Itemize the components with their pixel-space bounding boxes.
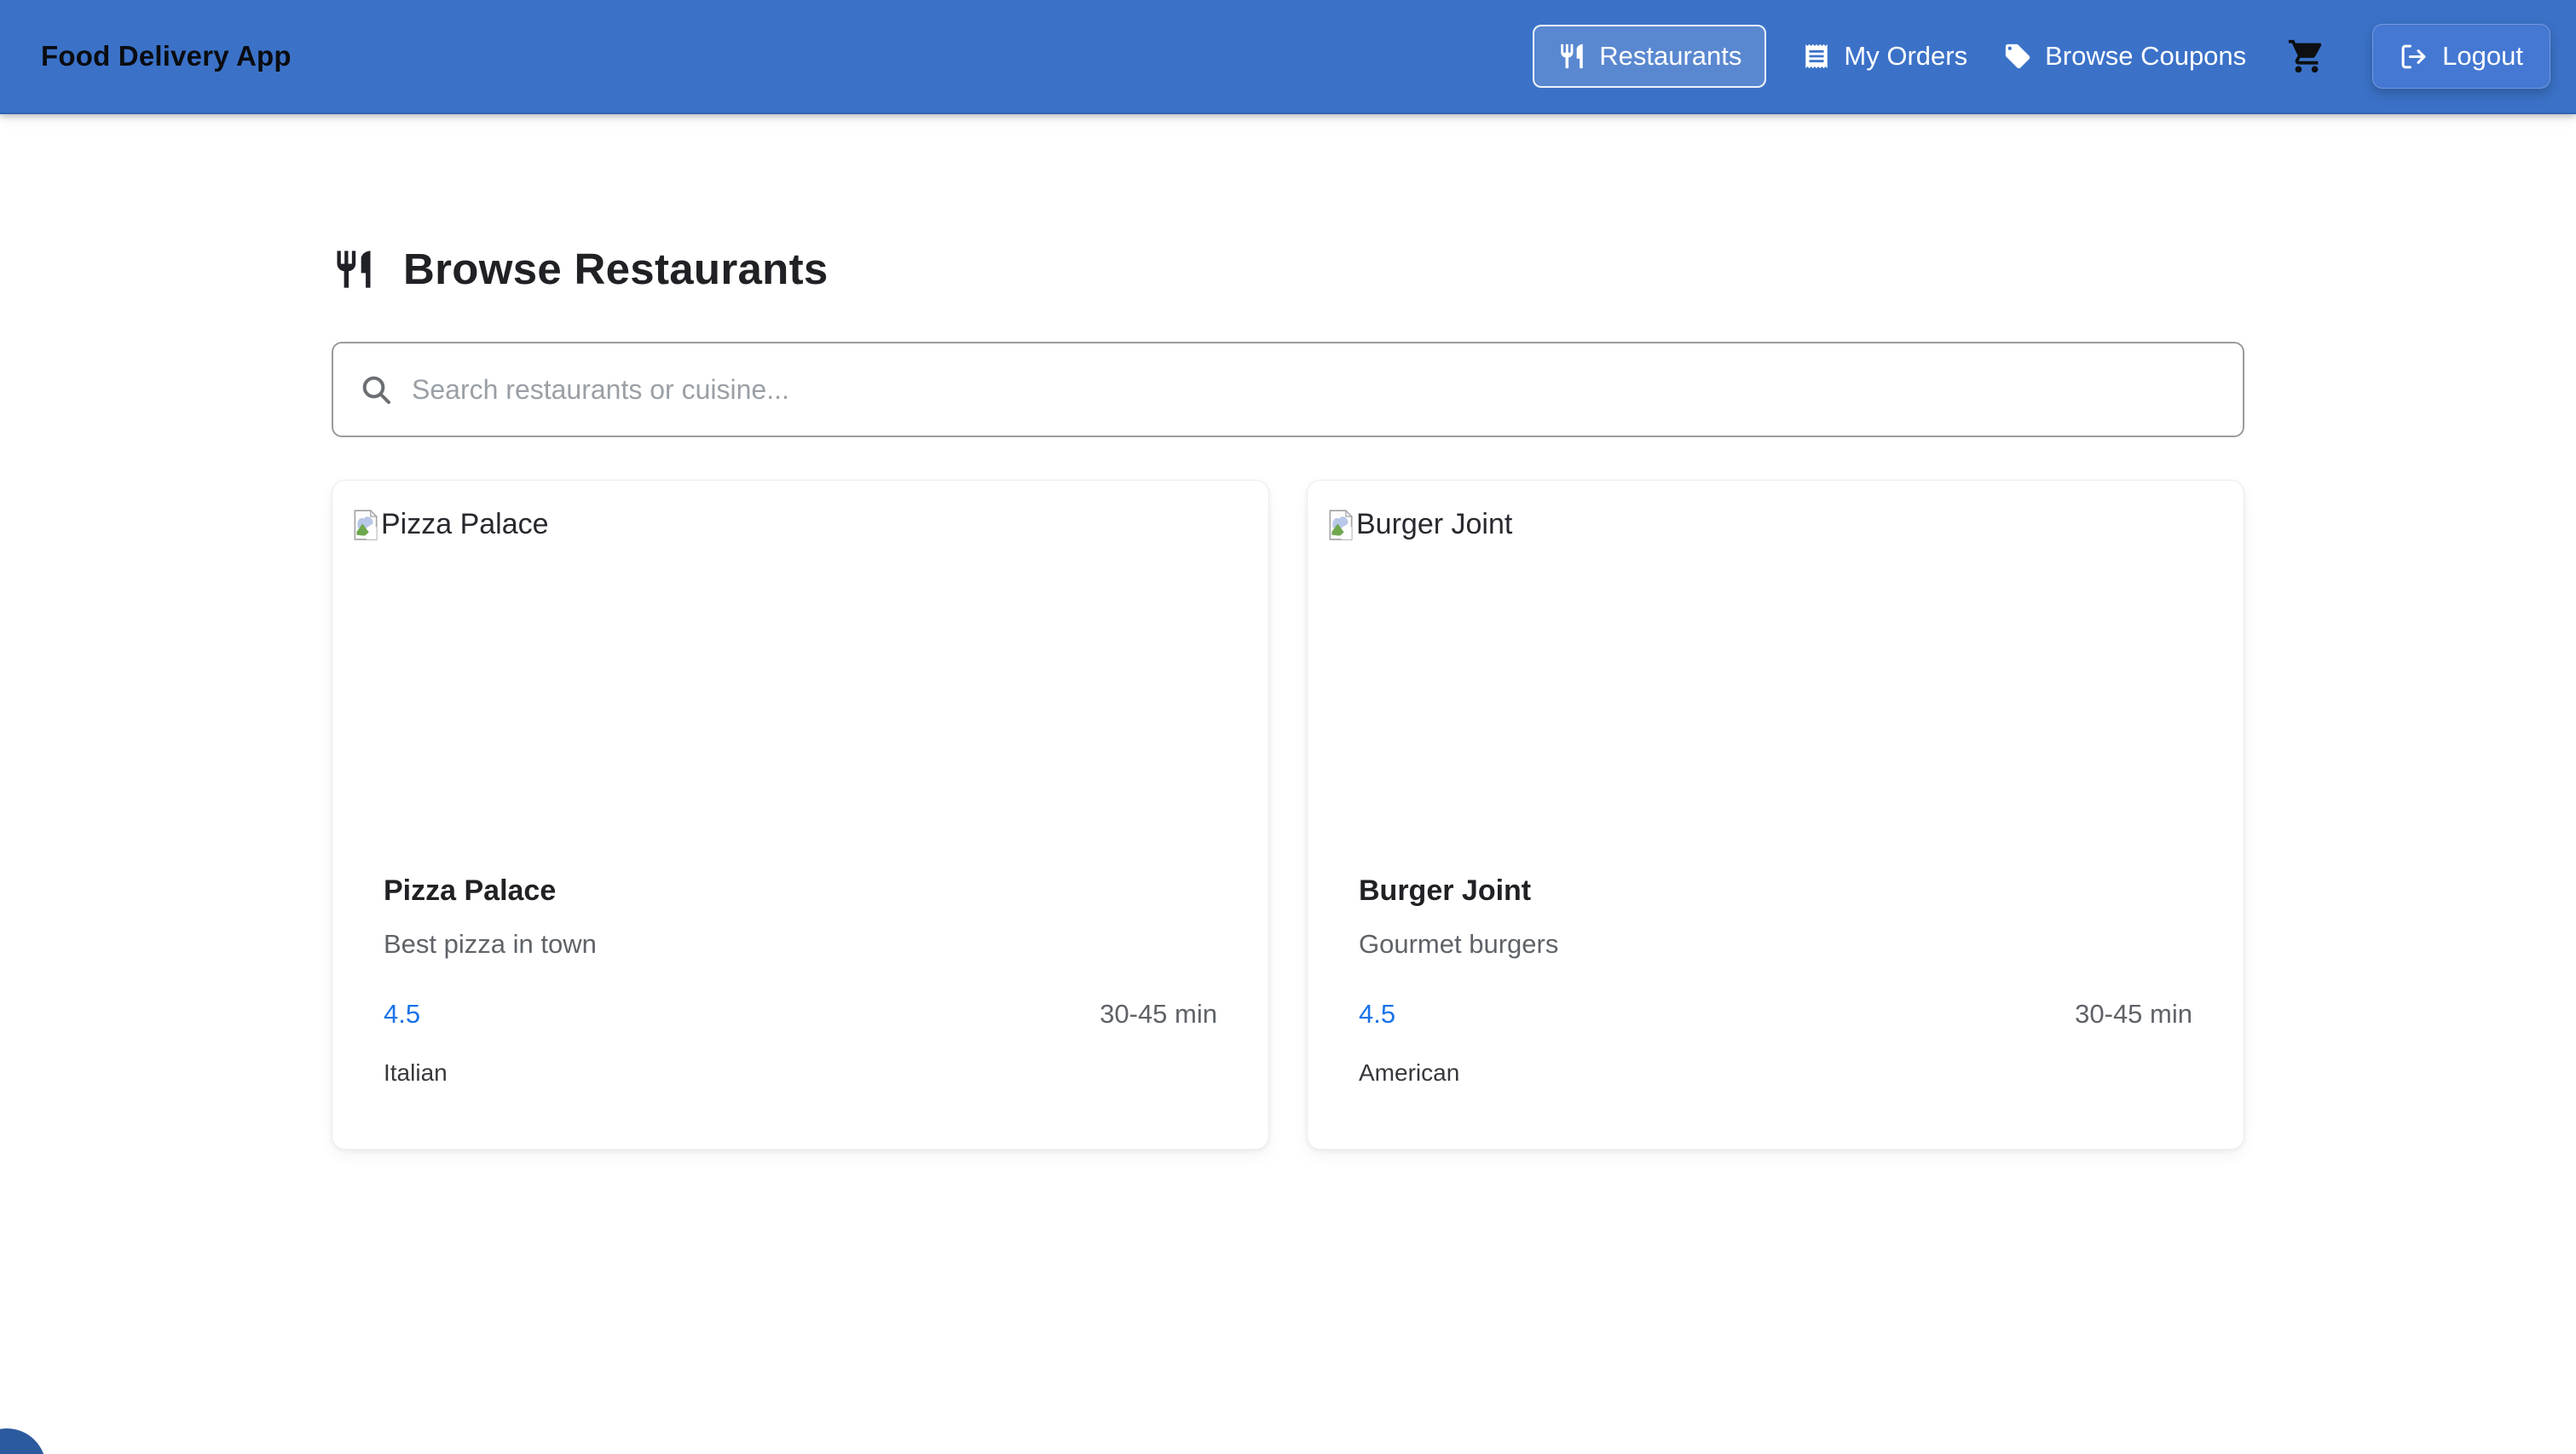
nav-my-orders-button[interactable]: My Orders (1802, 41, 1967, 72)
tag-icon (2003, 42, 2032, 71)
nav-restaurants-button[interactable]: Restaurants (1533, 25, 1766, 88)
nav-restaurants-label: Restaurants (1599, 41, 1741, 72)
search-input[interactable] (412, 374, 2217, 406)
app-title: Food Delivery App (41, 40, 292, 72)
restaurant-cuisine: American (1359, 1059, 2192, 1087)
delivery-time: 30-45 min (1100, 999, 1217, 1030)
restaurant-image: Pizza Palace (332, 481, 1268, 871)
restaurant-icon (1557, 42, 1586, 71)
restaurant-name: Pizza Palace (384, 874, 1217, 908)
logout-label: Logout (2442, 41, 2523, 72)
nav-my-orders-label: My Orders (1844, 41, 1967, 72)
logout-button[interactable]: Logout (2372, 24, 2550, 89)
restaurant-cards-grid: Pizza Palace Pizza Palace Best pizza in … (332, 480, 2244, 1150)
broken-image-alt-row: Pizza Palace (353, 508, 1268, 541)
restaurant-image: Burger Joint (1308, 481, 2244, 871)
restaurant-rating: 4.5 (1359, 999, 1395, 1030)
restaurant-name: Burger Joint (1359, 874, 2192, 908)
restaurant-rating: 4.5 (384, 999, 420, 1030)
card-meta-row: 4.5 30-45 min (384, 999, 1217, 1030)
page-title: Browse Restaurants (403, 244, 829, 294)
cart-button[interactable] (2287, 37, 2326, 76)
image-alt-text: Pizza Palace (381, 508, 549, 541)
page-heading: Browse Restaurants (332, 244, 2244, 294)
search-icon (359, 372, 393, 407)
nav-browse-coupons-label: Browse Coupons (2045, 41, 2246, 72)
nav-browse-coupons-button[interactable]: Browse Coupons (2003, 41, 2246, 72)
restaurant-card-pizza-palace[interactable]: Pizza Palace Pizza Palace Best pizza in … (332, 480, 1269, 1150)
corner-notification-dot (0, 1428, 46, 1454)
restaurant-card-burger-joint[interactable]: Burger Joint Burger Joint Gourmet burger… (1307, 480, 2244, 1150)
app-header: Food Delivery App Restaurants My Orders … (0, 0, 2576, 114)
shopping-cart-icon (2287, 37, 2326, 76)
image-alt-text: Burger Joint (1356, 508, 1512, 541)
search-box (332, 342, 2244, 437)
main-content: Browse Restaurants (332, 114, 2244, 1150)
card-body: Pizza Palace Best pizza in town 4.5 30-4… (332, 871, 1268, 1087)
delivery-time: 30-45 min (2075, 999, 2192, 1030)
restaurant-cuisine: Italian (384, 1059, 1217, 1087)
broken-image-icon (353, 509, 378, 541)
main-nav: Restaurants My Orders Browse Coupons Log… (1533, 24, 2550, 89)
restaurant-icon (332, 247, 376, 291)
receipt-icon (1802, 42, 1831, 71)
broken-image-alt-row: Burger Joint (1328, 508, 2244, 541)
restaurant-description: Best pizza in town (384, 929, 1217, 960)
broken-image-icon (1328, 509, 1354, 541)
card-meta-row: 4.5 30-45 min (1359, 999, 2192, 1030)
logout-icon (2400, 43, 2428, 71)
card-body: Burger Joint Gourmet burgers 4.5 30-45 m… (1308, 871, 2244, 1087)
restaurant-description: Gourmet burgers (1359, 929, 2192, 960)
